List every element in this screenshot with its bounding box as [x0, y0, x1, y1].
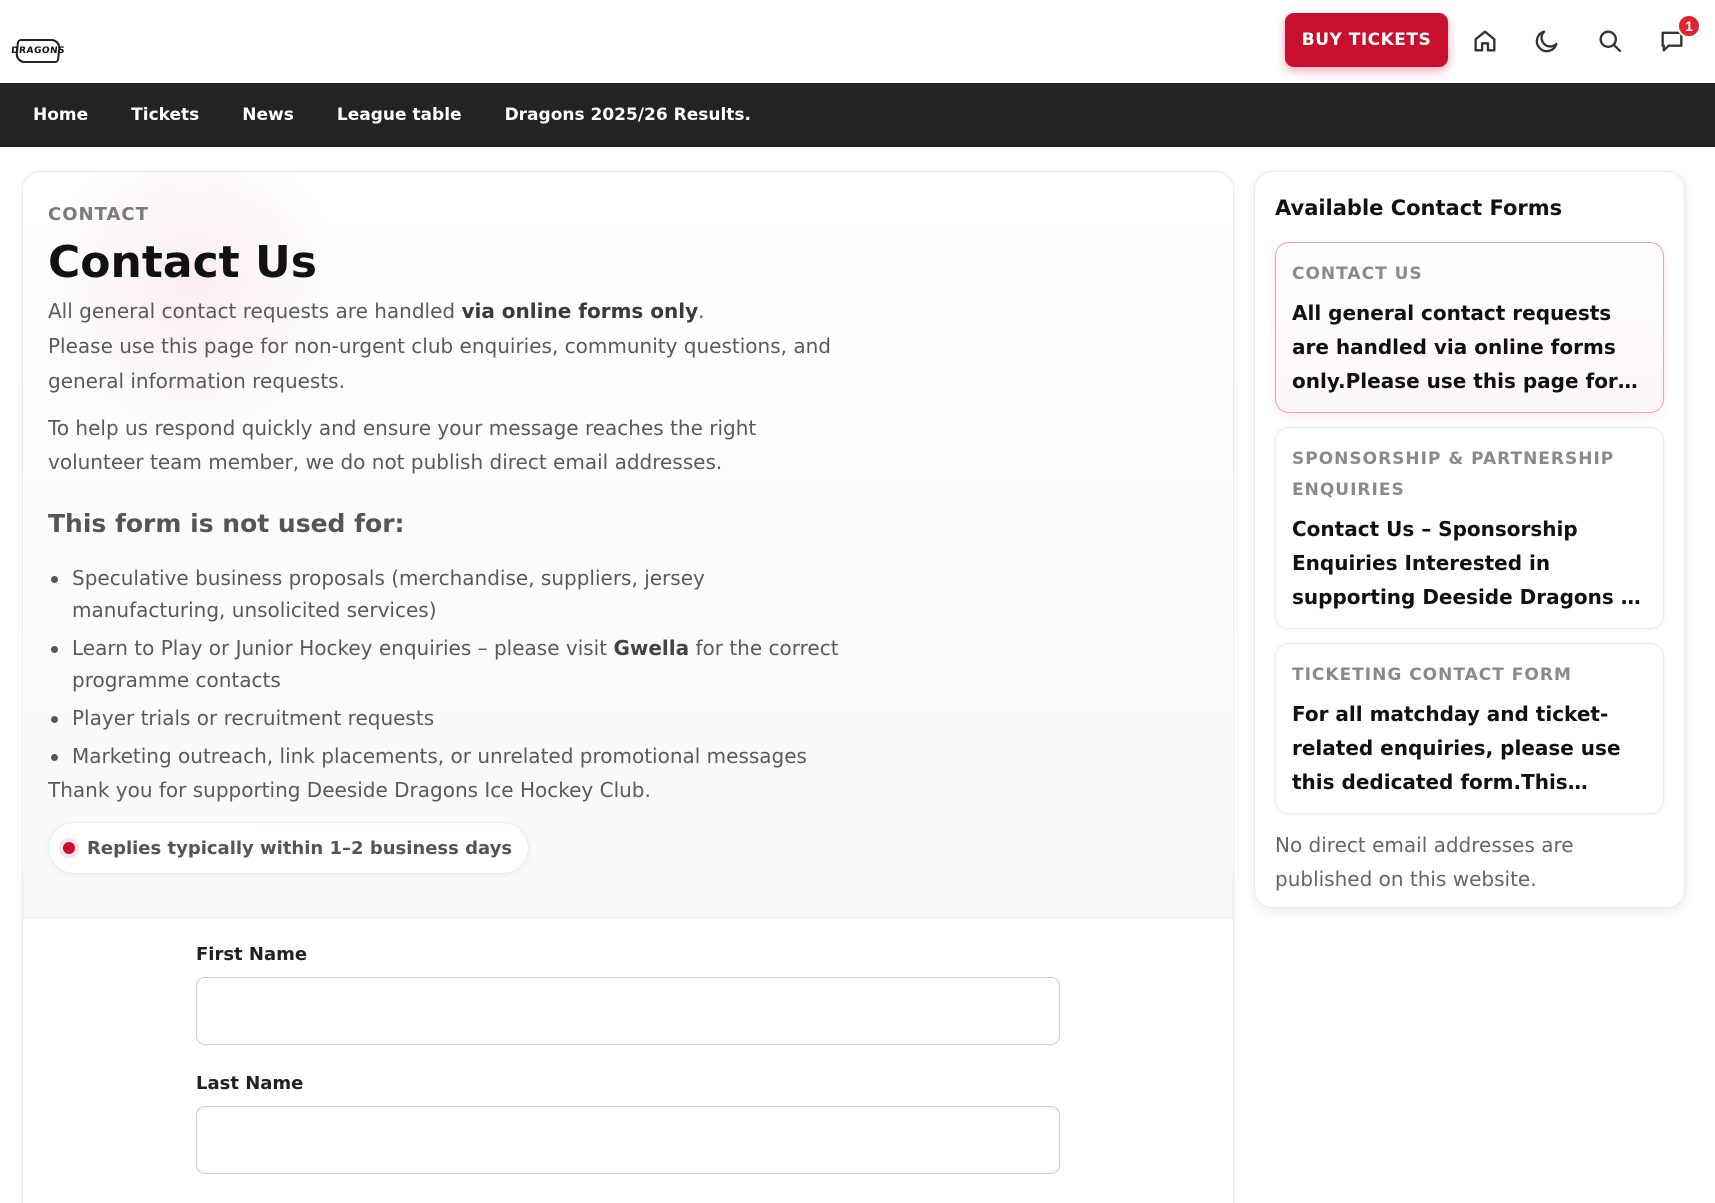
- nav-tickets[interactable]: Tickets: [131, 105, 199, 125]
- contact-form: First Name Last Name: [23, 918, 1233, 1174]
- intro-text-post: .: [698, 299, 705, 323]
- form-card-title: CONTACT US: [1292, 264, 1423, 284]
- contact-intro: CONTACT Contact Us All general contact r…: [23, 172, 1233, 918]
- list-item: Marketing outreach, link placements, or …: [48, 740, 858, 772]
- nav-results[interactable]: Dragons 2025/26 Results.: [505, 105, 751, 125]
- section-eyebrow: CONTACT: [48, 204, 149, 225]
- nav-news[interactable]: News: [242, 105, 294, 125]
- form-card-description: Contact Us – Sponsorship Enquiries Inter…: [1292, 517, 1647, 609]
- notification-badge: 1: [1677, 14, 1701, 38]
- form-card-title: TICKETING CONTACT FORM: [1292, 665, 1572, 685]
- intro-text-pre: All general contact requests are handled: [48, 299, 462, 323]
- first-name-label: First Name: [196, 944, 308, 965]
- contact-forms-sidebar: Available Contact Forms CONTACT US All g…: [1254, 171, 1685, 908]
- form-card-ticketing[interactable]: TICKETING CONTACT FORM For all matchday …: [1275, 643, 1664, 814]
- not-used-list: Speculative business proposals (merchand…: [48, 562, 1208, 772]
- form-card-contact-us[interactable]: CONTACT US All general contact requests …: [1275, 242, 1664, 413]
- first-name-input[interactable]: [196, 977, 1060, 1045]
- home-icon[interactable]: [1468, 24, 1502, 58]
- intro-text-bold: via online forms only: [461, 299, 699, 323]
- search-icon[interactable]: [1593, 24, 1627, 58]
- thanks-text: Thank you for supporting Deeside Dragons…: [48, 778, 651, 802]
- nav-home[interactable]: Home: [33, 105, 88, 125]
- buy-tickets-button[interactable]: BUY TICKETS: [1285, 13, 1448, 67]
- list-item: Learn to Play or Junior Hockey enquiries…: [48, 632, 858, 696]
- last-name-input[interactable]: [196, 1106, 1060, 1174]
- gwella-link[interactable]: Gwella: [613, 636, 689, 660]
- form-card-title: SPONSORSHIP & PARTNERSHIP ENQUIRIES: [1292, 449, 1615, 500]
- contact-card: CONTACT Contact Us All general contact r…: [22, 171, 1234, 1203]
- sidebar-title: Available Contact Forms: [1275, 196, 1563, 220]
- page-title: Contact Us: [48, 237, 317, 288]
- intro-text-3: To help us respond quickly and ensure yo…: [48, 416, 757, 474]
- intro-text-2: Please use this page for non-urgent club…: [48, 334, 831, 393]
- bullet-text: Learn to Play or Junior Hockey enquiries…: [72, 636, 614, 660]
- nav-league-table[interactable]: League table: [337, 105, 462, 125]
- reply-time-badge: Replies typically within 1–2 business da…: [48, 822, 530, 874]
- reply-time-text: Replies typically within 1–2 business da…: [87, 837, 513, 859]
- main-nav: Home Tickets News League table Dragons 2…: [0, 83, 1715, 147]
- top-header: DRAGONS BUY TICKETS 1: [0, 0, 1715, 83]
- form-card-description: For all matchday and ticket-related enqu…: [1292, 702, 1621, 794]
- form-card-sponsorship[interactable]: SPONSORSHIP & PARTNERSHIP ENQUIRIES Cont…: [1275, 427, 1664, 629]
- form-card-description: All general contact requests are handled…: [1292, 301, 1618, 393]
- last-name-label: Last Name: [196, 1073, 304, 1094]
- moon-icon[interactable]: [1530, 24, 1564, 58]
- list-item: Speculative business proposals (merchand…: [48, 562, 858, 626]
- intro-text: All general contact requests are handled…: [48, 294, 848, 399]
- chat-icon[interactable]: 1: [1655, 14, 1701, 58]
- list-item: Player trials or recruitment requests: [48, 702, 858, 734]
- dragons-logo[interactable]: DRAGONS: [11, 39, 65, 63]
- not-used-heading: This form is not used for:: [48, 509, 405, 538]
- no-email-note: No direct email addresses are published …: [1275, 833, 1574, 891]
- status-dot-icon: [63, 842, 75, 854]
